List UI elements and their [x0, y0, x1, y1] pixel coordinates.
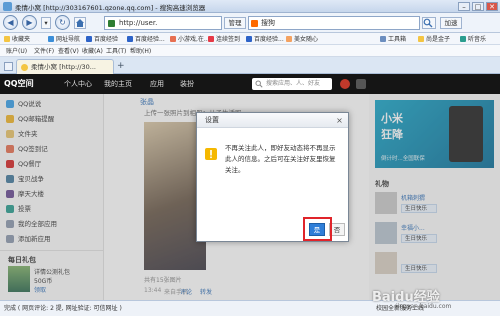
- favorite-item[interactable]: 连续签到: [208, 35, 240, 44]
- history-dropdown-button[interactable]: ▾: [41, 17, 51, 29]
- search-input[interactable]: 搜狗: [248, 16, 420, 30]
- paw-icon: [86, 36, 92, 42]
- favorite-item[interactable]: 听音乐: [460, 35, 486, 44]
- favorite-item[interactable]: 百度经验...: [127, 35, 165, 44]
- toolbox-icon: [380, 36, 386, 42]
- dialog-title: 设置: [197, 113, 348, 128]
- favorite-item[interactable]: 网址导航: [48, 35, 80, 44]
- refresh-button[interactable]: ↻: [55, 15, 70, 30]
- tab-active[interactable]: 柔情小窝 [http://30...: [16, 59, 114, 74]
- title-bar: 柔情小窝 [http://303167601.qzone.qq.com] - 搜…: [0, 0, 500, 13]
- nav-my-homepage[interactable]: 我的主页: [104, 78, 132, 90]
- address-text: http://user.: [119, 19, 158, 27]
- favorite-item[interactable]: 小游戏,在...: [170, 35, 210, 44]
- dialog-close-button[interactable]: ×: [334, 115, 345, 126]
- minimize-button[interactable]: –: [458, 2, 470, 11]
- menu-help[interactable]: 帮助(H): [130, 47, 151, 56]
- paw-icon: [246, 36, 252, 42]
- menu-tools[interactable]: 工具(T): [106, 47, 126, 56]
- toolbox-menu[interactable]: 工具箱: [380, 35, 406, 44]
- favorite-item[interactable]: 百度经验: [86, 35, 118, 44]
- watermark-url: jingyan.baidu.com: [396, 303, 452, 310]
- tab-menu-button[interactable]: [4, 62, 13, 71]
- search-icon: [423, 18, 433, 28]
- site-icon: [108, 20, 115, 27]
- back-button[interactable]: ◀: [3, 15, 18, 30]
- tab-bar: 柔情小窝 [http://30... +: [0, 57, 500, 74]
- favorite-item[interactable]: 尚是金子: [418, 35, 450, 44]
- qzone-search-input[interactable]: 搜索应用、人、好友: [252, 78, 332, 90]
- home-icon: [76, 19, 84, 27]
- highlight-box: [303, 217, 332, 241]
- warning-icon: [205, 148, 217, 160]
- favorite-item[interactable]: 百度经验...: [246, 35, 284, 44]
- sogou-icon: [251, 20, 258, 27]
- nav-decorate[interactable]: 装扮: [180, 78, 194, 90]
- favorites-bar: 收藏夹 网址导航 百度经验 百度经验... 小游戏,在... 连续签到 百度经验…: [0, 33, 500, 45]
- notification-icon[interactable]: [340, 79, 350, 89]
- forward-button[interactable]: ▶: [22, 15, 37, 30]
- qzone-favicon: [21, 64, 28, 71]
- app-icon: [3, 2, 12, 11]
- menu-bar: 账户(U) 文件(F) 查看(V) 收藏(A) 工具(T) 帮助(H): [0, 45, 500, 57]
- heart-icon: [286, 36, 292, 42]
- favorite-item[interactable]: 收藏夹: [4, 35, 30, 44]
- calendar-icon: [208, 36, 214, 42]
- settings-icon[interactable]: [356, 79, 366, 89]
- close-window-button[interactable]: ✕: [486, 2, 498, 11]
- status-text: 完成 ( 网页评论: 2 提, 网址验证: 可信网址 ): [4, 305, 122, 312]
- star-icon: [4, 36, 10, 42]
- address-input[interactable]: http://user.: [104, 16, 222, 30]
- maximize-button[interactable]: □: [472, 2, 484, 11]
- game-icon: [170, 36, 176, 42]
- tab-label: 柔情小窝 [http://30...: [31, 63, 96, 71]
- menu-account[interactable]: 账户(U): [6, 47, 27, 56]
- new-tab-button[interactable]: +: [117, 62, 127, 72]
- paw-icon: [127, 36, 133, 42]
- search-icon: [255, 80, 263, 88]
- qzone-logo[interactable]: QQ空间: [4, 78, 60, 90]
- home-button[interactable]: [74, 17, 86, 29]
- menu-file[interactable]: 文件(F): [34, 47, 54, 56]
- speedup-button[interactable]: 加速: [440, 17, 462, 29]
- window-title: 柔情小窝 [http://303167601.qzone.qq.com] - 搜…: [15, 4, 206, 12]
- qzone-nav: QQ空间 个人中心 我的主页 应用 装扮 搜索应用、人、好友: [0, 74, 500, 94]
- coin-icon: [418, 36, 424, 42]
- search-button[interactable]: [422, 17, 436, 29]
- music-icon: [460, 36, 466, 42]
- navigation-bar: ◀ ▶ ▾ ↻ http://user. 管理 搜狗 加速: [0, 13, 500, 33]
- dialog-message: 不再关注此人，即好友动态将不再显示此人的信息。之后可在关注好友里恢复关注。: [225, 144, 336, 174]
- favorite-item[interactable]: 美女随心: [286, 35, 318, 44]
- globe-icon: [48, 36, 54, 42]
- menu-favorites[interactable]: 收藏(A): [82, 47, 103, 56]
- nav-apps[interactable]: 应用: [150, 78, 164, 90]
- menu-view[interactable]: 查看(V): [58, 47, 79, 56]
- manage-button[interactable]: 管理: [224, 17, 246, 29]
- nav-personal-center[interactable]: 个人中心: [64, 78, 92, 90]
- search-placeholder: 搜狗: [261, 19, 275, 27]
